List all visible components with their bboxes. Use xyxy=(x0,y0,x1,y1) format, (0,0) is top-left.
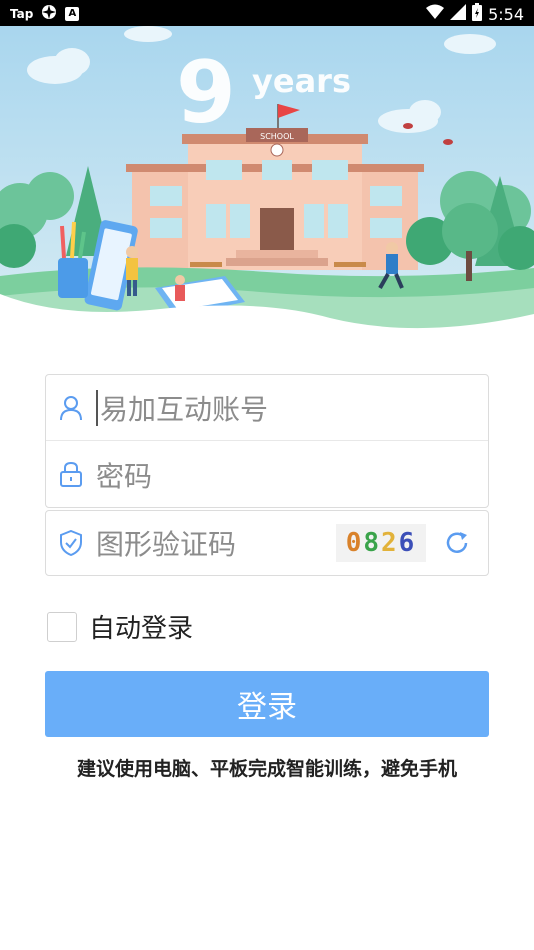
auto-login-checkbox[interactable] xyxy=(47,611,77,642)
user-icon xyxy=(46,395,96,421)
banner-years: years xyxy=(252,62,351,100)
status-bar: Tap A 5:54 xyxy=(0,0,534,26)
captcha-image[interactable]: 0 8 2 6 xyxy=(336,524,426,562)
captcha-char: 0 xyxy=(345,528,364,558)
shield-icon xyxy=(46,530,96,556)
lock-icon xyxy=(46,462,96,488)
account-row[interactable]: 易加互动账号 xyxy=(46,375,488,441)
refresh-icon[interactable] xyxy=(440,529,474,557)
school-sign: SCHOOL xyxy=(260,132,294,141)
banner-illustration: 9 years SCHOOL xyxy=(0,26,534,336)
signal-icon xyxy=(450,4,467,24)
captcha-input[interactable]: 图形验证码 xyxy=(96,523,336,563)
carrier-label: Tap xyxy=(10,6,34,21)
auto-login[interactable]: 自动登录 xyxy=(47,608,193,645)
banner-number: 9 xyxy=(176,43,236,143)
captcha-char: 6 xyxy=(398,528,417,558)
account-input[interactable]: 易加互动账号 xyxy=(100,388,488,428)
login-form-group: 易加互动账号 密码 xyxy=(45,374,489,508)
captcha-char: 8 xyxy=(363,528,381,558)
wifi-icon xyxy=(426,4,445,24)
captcha-char: 2 xyxy=(381,528,399,558)
a-icon: A xyxy=(65,6,80,21)
wheel-icon xyxy=(41,4,57,23)
password-input[interactable]: 密码 xyxy=(96,455,488,495)
battery-icon xyxy=(472,3,483,25)
captcha-row: 图形验证码 0 8 2 6 xyxy=(45,510,489,576)
auto-login-label: 自动登录 xyxy=(89,614,194,644)
login-button[interactable]: 登录 xyxy=(45,671,489,737)
text-caret xyxy=(96,389,98,426)
status-time: 5:54 xyxy=(488,4,524,24)
password-row[interactable]: 密码 xyxy=(46,442,488,508)
device-tip: 建议使用电脑、平板完成智能训练，避免手机 xyxy=(76,758,457,780)
